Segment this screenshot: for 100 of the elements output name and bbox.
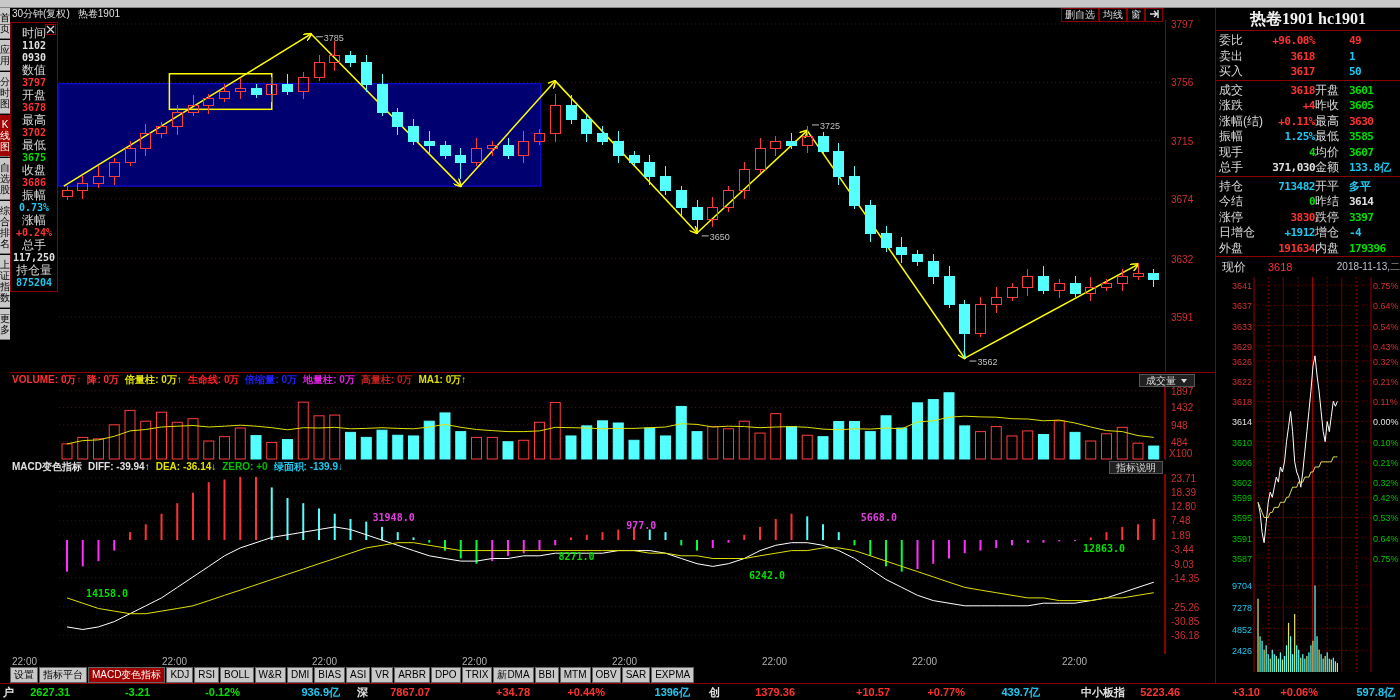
price-axis-label: 3629 <box>1231 341 1252 352</box>
price-axis-label: 3797 <box>1171 20 1194 30</box>
area-value-label: 12863.0 <box>1082 543 1126 556</box>
status-value: 深 <box>357 684 368 700</box>
quote-value: 371,030 <box>1271 161 1315 174</box>
legend-item: 绿面积: -139.9↓ <box>273 461 344 473</box>
time-label: 22:00 <box>162 656 188 667</box>
legend-item: ZERO: +0 <box>222 461 268 473</box>
price-axis-label: 3674 <box>1171 193 1194 205</box>
price-axis-label: 3637 <box>1231 301 1252 312</box>
percent-axis-label: 0.10% <box>1373 437 1399 448</box>
price-axis-label: 3614 <box>1231 417 1252 428</box>
legend-item: 高量柱: 0万 <box>360 374 413 386</box>
info-label: 最低 <box>22 139 46 152</box>
quote-value: 3830 <box>1289 210 1315 224</box>
quote-label: 现价 <box>1222 258 1246 276</box>
quote-label: 持仓 <box>1219 177 1244 195</box>
percent-axis-label: 0.64% <box>1373 301 1399 312</box>
legend-item: 倍缩量: 0万 <box>245 374 298 386</box>
quote-value: +1912 <box>1283 226 1315 239</box>
price-axis-label: 3602 <box>1231 478 1252 489</box>
status-value: 2627.31 <box>30 686 70 698</box>
quote-value: 4 <box>1307 145 1315 159</box>
status-value: +0.77% <box>927 686 965 698</box>
price-axis-label: 3641 <box>1231 281 1252 292</box>
macd-axis-label: -36.18 <box>1171 630 1200 642</box>
info-label: 开盘 <box>22 89 46 102</box>
quote-label: 外盘 <box>1219 239 1244 257</box>
quote-value: 1 <box>1349 49 1357 63</box>
volume-axis-label: 2426 <box>1231 646 1252 657</box>
price-label: 3785 <box>323 32 344 43</box>
quote-value: 多平 <box>1349 178 1372 194</box>
time-label: 22:00 <box>912 656 938 667</box>
status-value: 5223.46 <box>1140 686 1180 698</box>
volume-axis-label: 7278 <box>1231 603 1252 613</box>
status-value: 7867.07 <box>390 686 430 698</box>
quote-label: 涨幅(结) <box>1219 112 1264 130</box>
area-value-label: 5668.0 <box>860 511 897 524</box>
quote-value: 133.8亿 <box>1349 160 1392 175</box>
info-value: 1102 <box>21 40 47 52</box>
info-value: 117,250 <box>12 252 56 264</box>
legend-item: MACD变色指标 <box>12 461 82 473</box>
quote-value: +4 <box>1301 99 1315 112</box>
percent-axis-label: 0.75% <box>1373 553 1399 564</box>
quote-label: 今结 <box>1219 193 1244 210</box>
percent-axis-label: 0.43% <box>1373 341 1399 352</box>
volume-axis-label: 1897 <box>1171 387 1194 397</box>
info-value: +0.24% <box>15 227 53 239</box>
status-value: +0.44% <box>567 686 605 698</box>
status-value: 中小板指 <box>1081 684 1125 700</box>
status-value: +0.06% <box>1280 686 1318 698</box>
percent-axis-label: 0.21% <box>1373 457 1399 468</box>
volume-axis-label: 9704 <box>1231 581 1252 592</box>
status-value: 户 <box>3 684 14 700</box>
quote-value: 191634 <box>1277 241 1315 255</box>
percent-axis-label: 0.11% <box>1373 397 1398 408</box>
macd-axis-label: 12.80 <box>1171 501 1197 513</box>
symbol-name: 热卷1901 <box>77 8 121 20</box>
quote-title: 热卷1901 hc1901 <box>1216 8 1400 31</box>
macd-axis-label: 7.48 <box>1171 515 1191 527</box>
status-value: -3.21 <box>124 686 150 698</box>
legend-item: VOLUME: 0万↑ <box>12 374 82 386</box>
volume-axis-label: 948 <box>1171 419 1188 431</box>
percent-axis-label: 0.32% <box>1373 356 1399 367</box>
quote-label: 最低 <box>1315 128 1340 145</box>
quote-label: 卖出 <box>1219 47 1244 65</box>
info-value: 0.73% <box>18 202 50 214</box>
status-value: 创 <box>709 684 720 700</box>
quote-value: +0.11% <box>1277 114 1315 128</box>
status-value: 597.8亿 <box>1356 684 1395 700</box>
chart-period: 30分钟(复权) <box>12 8 70 20</box>
price-axis-label: 3618 <box>1231 397 1252 408</box>
info-label: 总手 <box>22 239 46 252</box>
quote-value: 3585 <box>1349 130 1375 143</box>
percent-axis-label: 0.53% <box>1373 513 1399 524</box>
price-axis-label: 3591 <box>1171 311 1194 323</box>
quote-label: 均价 <box>1315 143 1340 161</box>
time-label: 22:00 <box>762 656 788 667</box>
status-value: 439.7亿 <box>1001 684 1040 700</box>
quote-label: 买入 <box>1219 63 1244 80</box>
quote-value: 50 <box>1349 65 1363 78</box>
area-value-label: 977.0 <box>626 519 657 532</box>
volume-axis-label: 4852 <box>1231 624 1252 635</box>
info-value: 3797 <box>21 77 47 89</box>
info-value: 3678 <box>21 102 47 114</box>
quote-label: 最高 <box>1315 112 1340 130</box>
quote-value: 0 <box>1307 195 1315 208</box>
info-label: 涨幅 <box>22 214 46 227</box>
price-axis-label: 3591 <box>1231 533 1252 544</box>
quote-label: 开平 <box>1315 177 1340 195</box>
quote-value: 3630 <box>1349 114 1375 128</box>
quote-label: 成交 <box>1219 81 1244 99</box>
time-label: 22:00 <box>612 656 638 667</box>
time-label: 22:00 <box>1062 656 1088 667</box>
quote-value: 3601 <box>1349 83 1375 97</box>
quote-label: 金额 <box>1315 159 1340 176</box>
percent-axis-label: 0.42% <box>1373 493 1399 504</box>
quote-value: 3607 <box>1349 145 1375 159</box>
legend-item: 地量柱: 0万 <box>303 374 355 386</box>
quote-value: -4 <box>1349 226 1363 239</box>
